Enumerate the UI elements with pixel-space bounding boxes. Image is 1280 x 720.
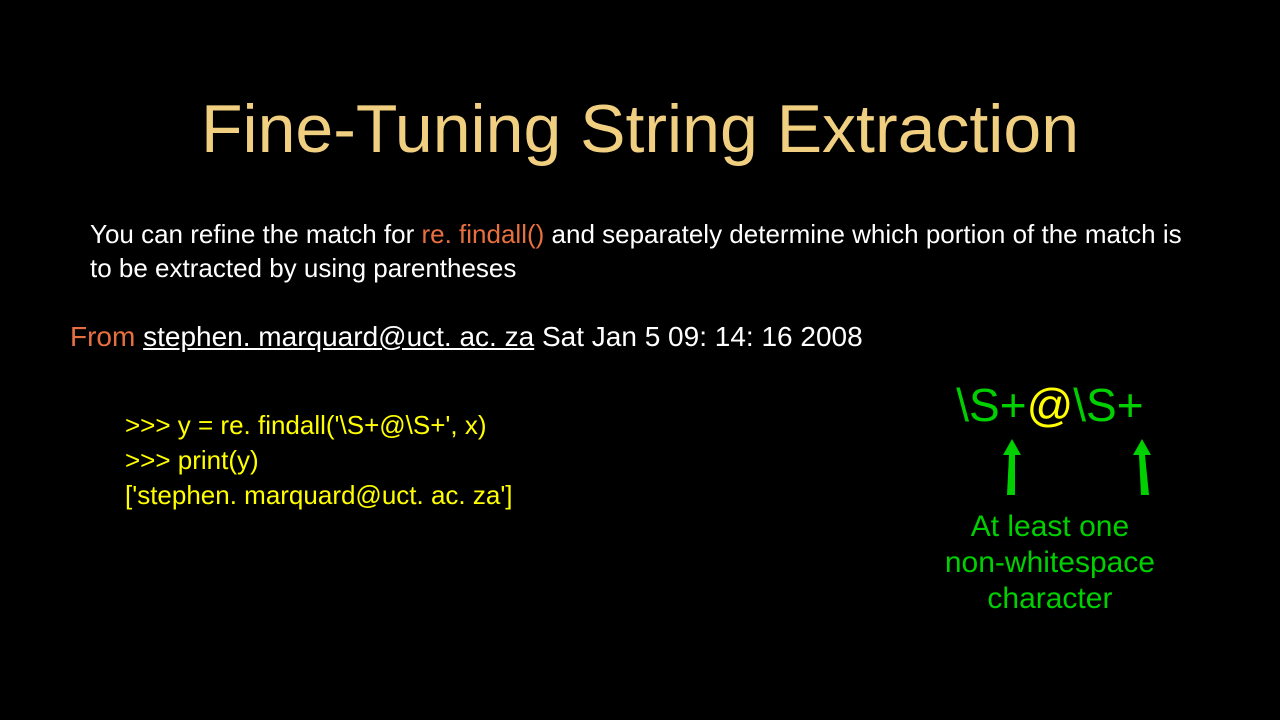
annotation-line-2: non-whitespace [945, 545, 1155, 581]
code-block: >>> y = re. findall('\S+@\S+', x) >>> pr… [125, 408, 513, 513]
code-line-2: >>> print(y) [125, 443, 513, 478]
lower-area: >>> y = re. findall('\S+@\S+', x) >>> pr… [70, 408, 1210, 617]
from-label: From [70, 321, 143, 352]
arrow-up-icon [997, 437, 1027, 497]
example-timestamp: Sat Jan 5 09: 14: 16 2008 [534, 321, 862, 352]
description-text-before: You can refine the match for [90, 219, 421, 249]
example-input-line: From stephen. marquard@uct. ac. za Sat J… [70, 321, 1210, 353]
slide-title: Fine-Tuning String Extraction [70, 90, 1210, 168]
regex-part-3: \S+ [1073, 379, 1143, 431]
regex-pattern: \S+@\S+ [945, 378, 1155, 432]
arrow-up-icon [1127, 437, 1157, 497]
regex-annotation: At least one non-whitespace character [945, 509, 1155, 617]
example-email: stephen. marquard@uct. ac. za [143, 321, 534, 352]
description-highlight: re. findall() [421, 219, 544, 249]
regex-part-2: @ [1027, 379, 1074, 431]
regex-diagram: \S+@\S+ At least one non-whitespace char [945, 378, 1155, 617]
annotation-line-1: At least one [945, 509, 1155, 545]
annotation-line-3: character [945, 581, 1155, 617]
slide-description: You can refine the match for re. findall… [90, 218, 1210, 286]
code-line-1: >>> y = re. findall('\S+@\S+', x) [125, 408, 513, 443]
code-line-3: ['stephen. marquard@uct. ac. za'] [125, 478, 513, 513]
diagram-arrows [945, 437, 1155, 507]
slide: Fine-Tuning String Extraction You can re… [0, 0, 1280, 720]
regex-part-1: \S+ [956, 379, 1026, 431]
